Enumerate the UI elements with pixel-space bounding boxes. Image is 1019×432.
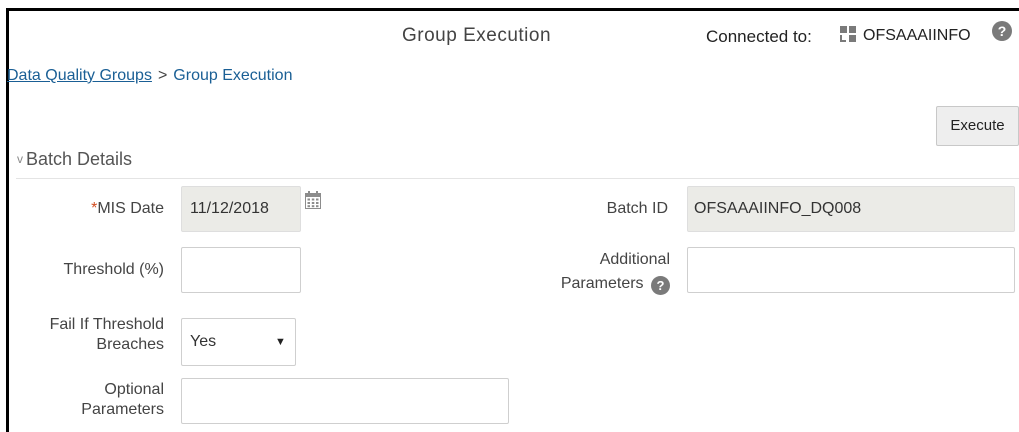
fail-if-threshold-value: Yes bbox=[190, 333, 217, 350]
help-icon[interactable]: ? bbox=[992, 21, 1012, 41]
threshold-input[interactable] bbox=[181, 247, 301, 293]
breadcrumb-current: Group Execution bbox=[173, 67, 293, 84]
additional-parameters-input[interactable] bbox=[687, 247, 1015, 293]
breadcrumb-separator: > bbox=[157, 67, 168, 84]
breadcrumb-link-data-quality-groups[interactable]: Data Quality Groups bbox=[7, 67, 152, 84]
batch-id-field: OFSAAAIINFO_DQ008 bbox=[687, 186, 1015, 232]
fail-if-threshold-select[interactable]: Yes ▼ bbox=[181, 318, 296, 366]
calendar-icon[interactable] bbox=[305, 191, 321, 209]
mis-date-label: *MIS Date bbox=[91, 200, 164, 217]
page-title: Group Execution bbox=[402, 25, 552, 46]
connected-label: Connected to: bbox=[706, 27, 812, 46]
threshold-label: Threshold (%) bbox=[63, 261, 164, 278]
additional-parameters-label: Additional Parameters ? bbox=[560, 251, 670, 295]
grid-icon bbox=[840, 26, 856, 42]
mis-date-field[interactable]: 11/12/2018 bbox=[181, 186, 301, 232]
chevron-down-icon: ▼ bbox=[275, 336, 286, 348]
help-icon[interactable]: ? bbox=[651, 276, 670, 295]
section-batch-details[interactable]: v Batch Details bbox=[17, 149, 132, 170]
connection-name: OFSAAAIINFO bbox=[863, 27, 971, 44]
chevron-down-icon: v bbox=[17, 152, 23, 166]
batch-id-label: Batch ID bbox=[606, 200, 668, 217]
section-divider bbox=[16, 178, 1019, 179]
optional-parameters-label: Optional Parameters bbox=[81, 381, 164, 418]
execute-button[interactable]: Execute bbox=[936, 106, 1019, 146]
optional-parameters-input[interactable] bbox=[181, 378, 509, 424]
breadcrumb: Data Quality Groups > Group Execution bbox=[7, 67, 292, 85]
fail-if-threshold-label: Fail If Threshold Breaches bbox=[49, 316, 164, 353]
section-title: Batch Details bbox=[26, 149, 133, 169]
